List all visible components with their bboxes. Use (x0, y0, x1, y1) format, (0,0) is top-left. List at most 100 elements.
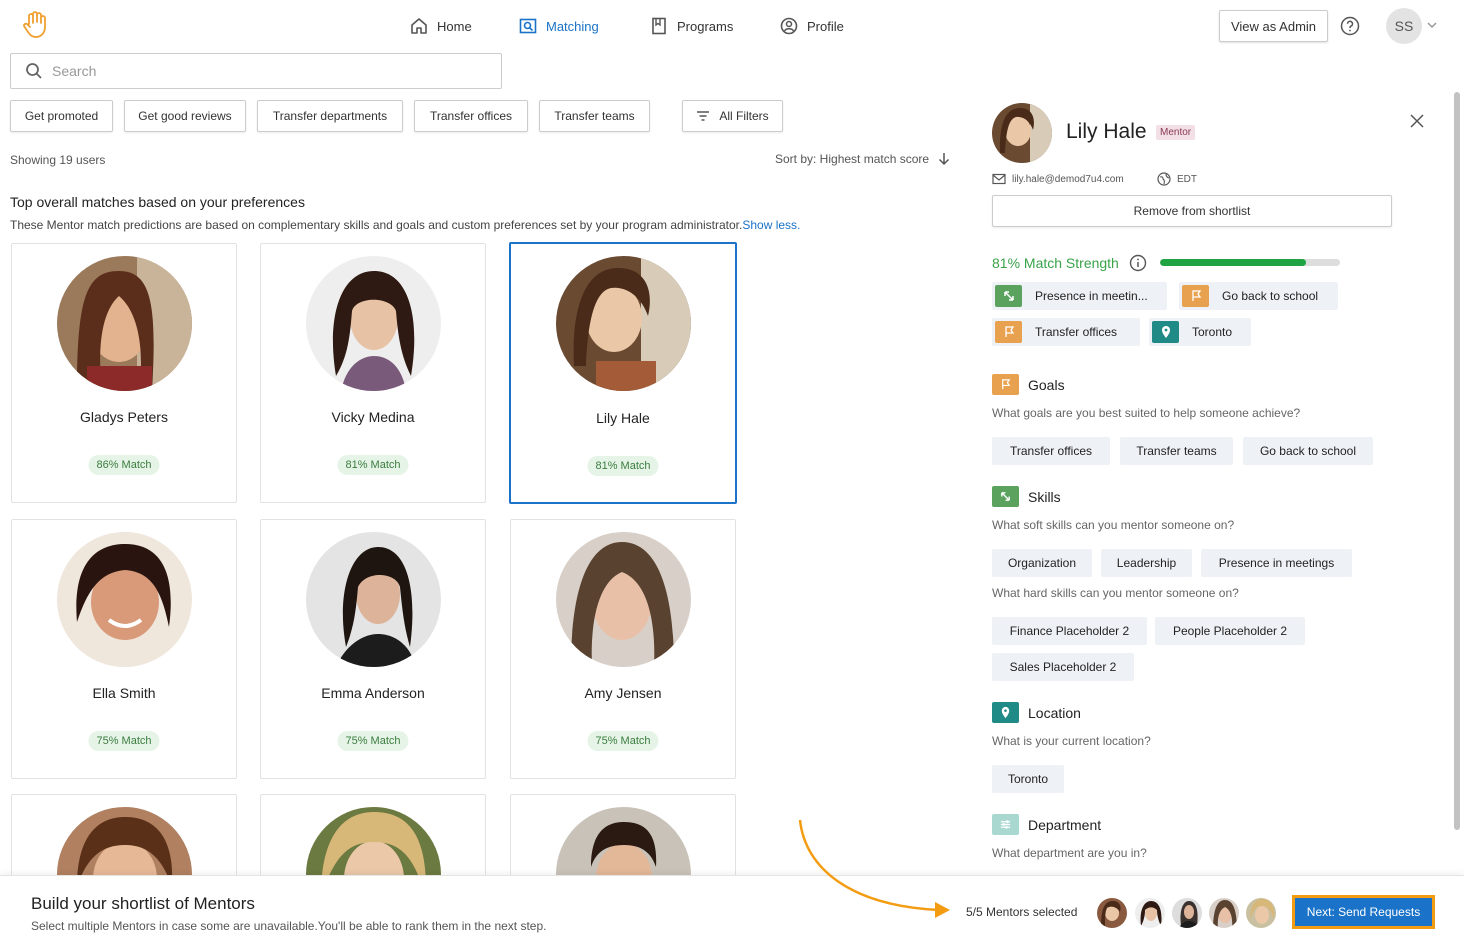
location-heading: Location (992, 702, 1081, 723)
goal-pill: Transfer offices (992, 437, 1110, 465)
skills-heading: Skills (992, 486, 1061, 507)
match-tag-label: Toronto (1192, 325, 1233, 339)
match-strength-bar (1160, 259, 1340, 266)
mentor-card[interactable]: Amy Jensen 75% Match (510, 519, 736, 779)
location-icon (992, 702, 1019, 723)
shortlist-avatar[interactable] (1171, 897, 1203, 929)
match-tag-label: Transfer offices (1035, 325, 1118, 339)
mentor-photo (306, 532, 441, 667)
hard-skills-question: What hard skills can you mentor someone … (992, 586, 1239, 600)
mentor-photo (306, 256, 441, 391)
nav-programs-label: Programs (677, 18, 734, 34)
user-avatar[interactable]: SS (1386, 8, 1422, 44)
flag-icon (992, 374, 1019, 395)
profile-name: Lily Hale (1066, 120, 1147, 143)
skill-pill: Finance Placeholder 2 (992, 617, 1147, 645)
profile-email[interactable]: lily.hale@demod7u4.com (992, 172, 1124, 186)
match-badge: 75% Match (587, 731, 659, 751)
sliders-icon (992, 814, 1019, 835)
profile-timezone: EDT (1157, 172, 1197, 186)
flag-icon (1182, 285, 1209, 307)
soft-skills-question: What soft skills can you mentor someone … (992, 518, 1235, 532)
info-icon[interactable] (1129, 254, 1147, 272)
send-requests-button[interactable]: Next: Send Requests (1292, 895, 1435, 929)
nav-matching[interactable]: Matching (519, 15, 599, 37)
mentor-card[interactable]: Vicky Medina 81% Match (260, 243, 486, 503)
sort-control[interactable]: Sort by: Highest match score (775, 152, 951, 166)
location-pill: Toronto (992, 765, 1064, 793)
shortlist-avatar[interactable] (1134, 897, 1166, 929)
department-heading: Department (992, 814, 1101, 835)
mentor-card[interactable] (11, 794, 237, 941)
mail-icon (992, 173, 1006, 185)
shortlist-avatar[interactable] (1208, 897, 1240, 929)
remove-from-shortlist-button[interactable]: Remove from shortlist (992, 195, 1392, 227)
mentor-name: Emma Anderson (321, 685, 425, 701)
nav-home[interactable]: Home (410, 15, 472, 37)
top-navigation: Home Matching Programs Profile View as A… (0, 0, 1464, 50)
match-tag: Toronto (1149, 318, 1251, 346)
callout-arrow-icon (798, 819, 950, 918)
panel-scrollbar-thumb[interactable] (1454, 92, 1460, 830)
mentor-card[interactable]: Emma Anderson 75% Match (260, 519, 486, 779)
help-icon[interactable] (1340, 16, 1360, 36)
mentor-photo (556, 256, 691, 391)
shortlist-bar: Build your shortlist of Mentors Select m… (0, 875, 1464, 941)
section-title: Top overall matches based on your prefer… (10, 194, 305, 210)
match-badge: 81% Match (587, 456, 659, 476)
arrow-down-icon (939, 153, 950, 166)
skill-pill: Sales Placeholder 2 (992, 653, 1134, 681)
role-badge: Mentor (1156, 125, 1196, 140)
mentor-name: Lily Hale (596, 410, 650, 426)
nav-programs[interactable]: Programs (650, 15, 733, 37)
view-as-admin-button[interactable]: View as Admin (1219, 10, 1328, 42)
match-strength: 81% Match Strength (992, 254, 1147, 272)
goal-pill: Transfer teams (1120, 437, 1233, 465)
hand-logo-icon[interactable] (22, 10, 50, 40)
skill-pill: Presence in meetings (1201, 549, 1352, 577)
results-count: Showing 19 users (10, 153, 106, 167)
filter-get-promoted[interactable]: Get promoted (10, 100, 113, 132)
mentor-name: Ella Smith (92, 685, 156, 701)
match-badge: 75% Match (88, 731, 160, 751)
globe-icon (1157, 172, 1171, 186)
close-icon[interactable] (1410, 114, 1424, 128)
match-tag: Presence in meetin... (992, 282, 1167, 310)
skill-pill: People Placeholder 2 (1155, 617, 1305, 645)
all-filters-button[interactable]: All Filters (682, 100, 783, 132)
mentor-card[interactable] (260, 794, 486, 941)
mentor-card[interactable]: Gladys Peters 86% Match (11, 243, 237, 503)
mentor-name: Gladys Peters (80, 409, 168, 425)
search-icon (26, 63, 42, 79)
filter-lines-icon (697, 111, 710, 121)
section-description-text: These Mentor match predictions are based… (10, 218, 743, 232)
department-question: What department are you in? (992, 846, 1147, 860)
skill-icon (995, 285, 1022, 307)
match-strength-label: 81% Match Strength (992, 255, 1119, 271)
sort-label: Sort by: Highest match score (775, 152, 930, 166)
mentor-card-selected[interactable]: Lily Hale 81% Match (509, 242, 737, 504)
chevron-down-icon[interactable] (1426, 19, 1438, 31)
mentor-card[interactable] (510, 794, 736, 941)
filter-transfer-departments[interactable]: Transfer departments (257, 100, 403, 132)
filter-get-good-reviews[interactable]: Get good reviews (124, 100, 246, 132)
match-strength-fill (1160, 259, 1306, 266)
goal-pill: Go back to school (1243, 437, 1373, 465)
filter-transfer-teams[interactable]: Transfer teams (539, 100, 650, 132)
search-input[interactable] (52, 63, 472, 79)
shortlist-avatar[interactable] (1245, 897, 1277, 929)
filter-transfer-offices[interactable]: Transfer offices (414, 100, 528, 132)
flag-icon (995, 321, 1022, 343)
skill-icon (992, 486, 1019, 507)
home-icon (411, 18, 427, 34)
book-icon (652, 17, 666, 35)
shortlist-count: 5/5 Mentors selected (966, 905, 1078, 919)
shortlist-avatar[interactable] (1096, 897, 1128, 929)
nav-profile[interactable]: Profile (780, 15, 844, 37)
show-less-link[interactable]: Show less. (742, 218, 800, 232)
nav-home-label: Home (437, 18, 472, 34)
nav-profile-label: Profile (807, 18, 844, 34)
mentor-card[interactable]: Ella Smith 75% Match (11, 519, 237, 779)
match-tag: Transfer offices (992, 318, 1140, 346)
section-description: These Mentor match predictions are based… (10, 218, 800, 232)
